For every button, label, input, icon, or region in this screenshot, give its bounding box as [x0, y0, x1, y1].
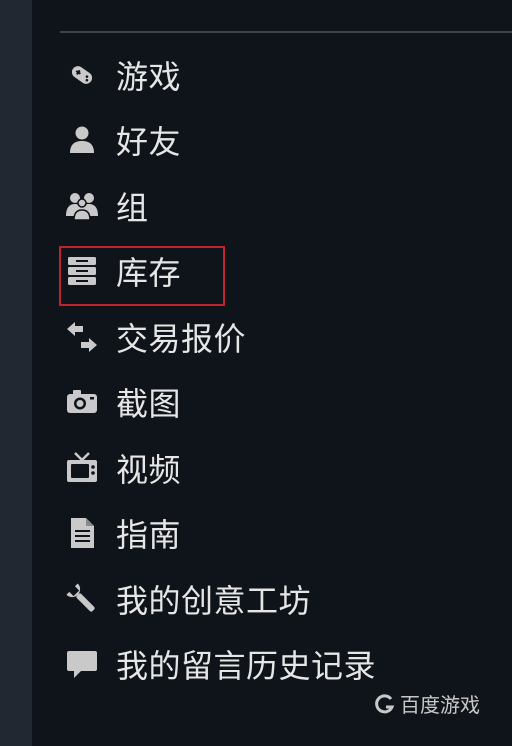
menu-item-workshop[interactable]: 我的创意工坊	[60, 566, 500, 632]
menu-item-label: 库存	[116, 254, 182, 293]
left-frame-strip	[0, 0, 32, 746]
menu-item-label: 我的创意工坊	[116, 581, 312, 620]
profile-menu: 游戏 好友 组 库存 交易报价 截图 视频 指南 我的创意工坊 我的留言历史记录	[60, 42, 500, 697]
wrench-icon	[60, 577, 104, 621]
menu-item-friends[interactable]: 好友	[60, 108, 500, 174]
menu-item-games[interactable]: 游戏	[60, 42, 500, 108]
menu-item-label: 视频	[116, 450, 182, 489]
document-icon	[60, 511, 104, 555]
inventory-icon	[60, 249, 104, 293]
baidu-logo-icon	[375, 693, 395, 713]
camera-icon	[60, 380, 104, 424]
menu-item-label: 交易报价	[116, 319, 247, 358]
menu-item-screenshots[interactable]: 截图	[60, 370, 500, 436]
tv-icon	[60, 446, 104, 490]
trade-arrows-icon	[60, 315, 104, 359]
menu-item-groups[interactable]: 组	[60, 173, 500, 239]
speech-bubble-icon	[60, 642, 104, 686]
menu-item-label: 截图	[116, 385, 182, 424]
menu-item-label: 我的留言历史记录	[116, 647, 377, 686]
menu-item-comment-history[interactable]: 我的留言历史记录	[60, 632, 500, 698]
user-icon	[60, 118, 104, 162]
top-divider	[60, 31, 512, 33]
menu-item-guides[interactable]: 指南	[60, 501, 500, 567]
baidu-game-watermark: 百度游戏	[374, 689, 480, 718]
menu-item-label: 好友	[116, 123, 182, 162]
watermark-text: 百度游戏	[400, 693, 480, 717]
menu-item-trade-offers[interactable]: 交易报价	[60, 304, 500, 370]
group-icon	[60, 184, 104, 228]
controller-icon	[60, 53, 104, 97]
menu-item-inventory[interactable]: 库存	[60, 239, 500, 305]
menu-item-label: 游戏	[116, 57, 182, 96]
menu-item-label: 组	[116, 188, 149, 227]
menu-item-videos[interactable]: 视频	[60, 435, 500, 501]
menu-item-label: 指南	[116, 516, 182, 555]
